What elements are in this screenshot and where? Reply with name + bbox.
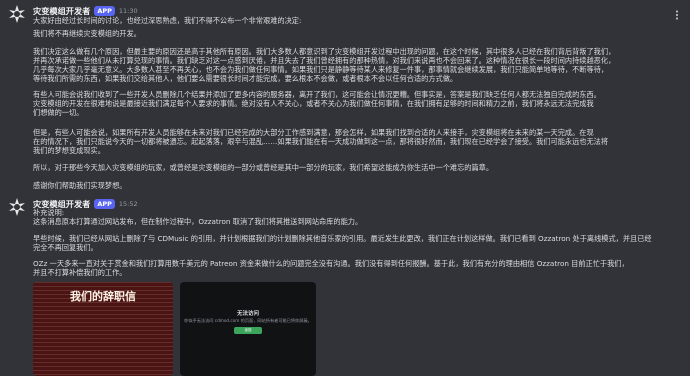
message-text-line: 并再次承诺做一些他们从未打算兑现的事情。我们缺乏对这一点感到厌倦，并且失去了我们… xyxy=(33,56,616,65)
error-back-button: 返回 xyxy=(234,327,262,334)
timestamp: 15:52 xyxy=(118,200,138,208)
message-text-line: 早些时候，我们已经从网站上删除了与 CDMusic 的引用，并计划根据我们的计划… xyxy=(33,234,652,243)
message-text-line: 感谢你们帮助我们实现梦想。 xyxy=(33,181,127,190)
message-text-line: 并且不打算补偿我们的工作。 xyxy=(33,268,127,277)
message-text-line: 我们将不再继续灾变模组的开发。 xyxy=(33,29,141,38)
message-text-line: 几乎每次大家几乎毫无意义。大多数人甚至不再关心，也不会为我们做任何事情。如果我们… xyxy=(33,65,609,74)
message-text-line: 但是，有些人可能会说，如果所有开发人员能够在未来对我们已经完成的大部分工作感到满… xyxy=(33,128,594,137)
resignation-letter-image[interactable]: 我们的辞职信 xyxy=(33,282,173,376)
app-badge: APP xyxy=(94,199,115,209)
message-text-line: 我们的梦想变成现实。 xyxy=(33,146,105,155)
message-text-line: 这条消息原本打算通过网站发布，但在制作过程中，Ozzatron 取消了我们将其推… xyxy=(33,217,363,226)
error-description: 你似乎无法访问 cdmod.com 的页面，网站所有者可能已将你屏蔽。 xyxy=(184,318,312,323)
app-badge: APP xyxy=(94,6,115,16)
message-text-line: 补充说明: xyxy=(33,208,65,217)
bot-avatar-icon[interactable] xyxy=(6,3,28,25)
bot-avatar-icon[interactable] xyxy=(6,196,28,218)
message-text-line: 所以，对于那些今天加入灾变模组的玩家，或曾经是灾变模组的一部分或曾经是其中一部分… xyxy=(33,163,494,172)
more-options-icon[interactable] xyxy=(670,8,684,22)
blocked-site-screenshot[interactable]: 无法访问 你似乎无法访问 cdmod.com 的页面，网站所有者可能已将你屏蔽。… xyxy=(180,282,316,376)
message-text-line: 灾变模组的开发在很难地说是最接近我们满足每个人要求的事情。绝对没有人不关心，或者… xyxy=(33,99,594,108)
message-text-line: 有些人可能会说我们收到了一些开发人员删除几个结果并添加了更多内容的服务器，离开了… xyxy=(33,90,601,99)
message-text-line: 们想做的一切。 xyxy=(33,108,84,117)
message-text-line: 我们决定这么做有几个原因，但最主要的原因还是高于其他所有原因。我们大多数人都意识… xyxy=(33,47,616,56)
message-text-line: 等待我们所需的东西，如果我们交给其他人，他们要么需要很长时间才能完成，要么根本不… xyxy=(33,74,458,83)
message-text-line: OZz 一天多来一直对关于赏金和我们打算用数千美元的 Patreon 资金来做什… xyxy=(33,259,629,268)
error-title: 无法访问 xyxy=(236,311,259,317)
timestamp: 11:30 xyxy=(118,7,138,15)
message-text-line: 在的情况下，我们只能说今天的一切都将被遗忘。起起落落，艰辛与混乱……如果我们能在… xyxy=(33,137,609,146)
message-text-line: 大家好由经过长时间的讨论，也经过深思熟虑，我们不得不公布一个非常艰难的决定: xyxy=(33,16,302,25)
message-text-line: 完全不再回复我们。 xyxy=(33,243,98,252)
document-title: 我们的辞职信 xyxy=(70,290,136,303)
